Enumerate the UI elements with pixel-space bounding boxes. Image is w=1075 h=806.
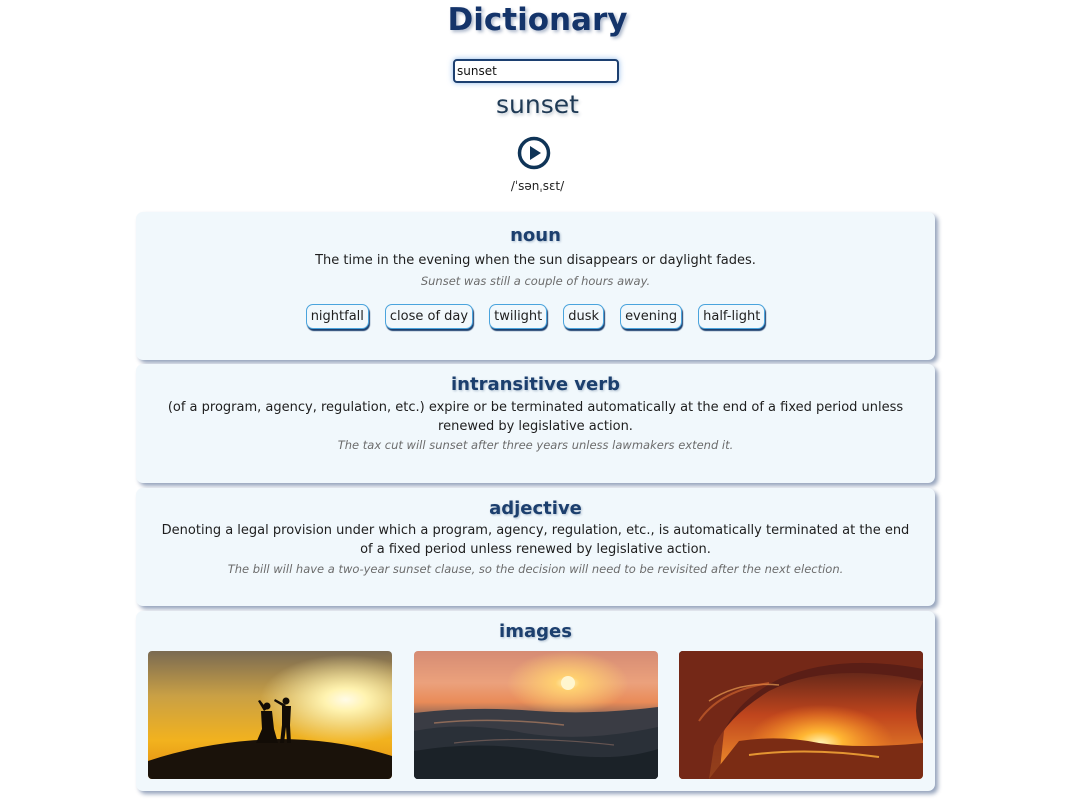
synonym-list: nightfall close of day twilight dusk eve… xyxy=(136,304,935,329)
synonym-button[interactable]: evening xyxy=(620,304,683,329)
example: Sunset was still a couple of hours away. xyxy=(420,274,651,288)
synonym-button[interactable]: dusk xyxy=(563,304,605,329)
play-audio-button[interactable] xyxy=(517,136,551,170)
meaning-card-verb: intransitive verb (of a program, agency,… xyxy=(136,364,935,483)
images-heading: images xyxy=(499,621,572,642)
phonetic-transcription: /ˈsənˌsɛt/ xyxy=(510,179,565,193)
images-card: images xyxy=(136,611,935,791)
synonym-button[interactable]: half-light xyxy=(698,304,766,329)
meaning-card-adjective: adjective Denoting a legal provision und… xyxy=(136,488,935,606)
synonym-button[interactable]: twilight xyxy=(489,304,548,329)
meaning-card-noun: noun The time in the evening when the su… xyxy=(136,212,935,360)
part-of-speech: intransitive verb xyxy=(451,374,620,395)
synonym-button[interactable]: nightfall xyxy=(305,304,369,329)
search-input[interactable] xyxy=(453,59,619,83)
definition: (of a program, agency, regulation, etc.)… xyxy=(167,400,904,434)
part-of-speech: adjective xyxy=(489,498,582,519)
image-couple-silhouette-sunset[interactable] xyxy=(148,651,392,779)
definition: Denoting a legal provision under which a… xyxy=(161,523,910,557)
image-ocean-waves-sunset[interactable] xyxy=(413,651,658,779)
definition: The time in the evening when the sun dis… xyxy=(315,253,756,268)
image-wave-curl-sunset[interactable] xyxy=(679,651,923,779)
image-gallery xyxy=(148,651,923,779)
dictionary-page: Dictionary sunset /ˈsənˌsɛt/ noun The ti… xyxy=(0,0,1075,806)
example: The tax cut will sunset after three year… xyxy=(337,438,734,452)
synonym-button[interactable]: close of day xyxy=(384,304,474,329)
example: The bill will have a two-year sunset cla… xyxy=(227,562,844,576)
word-heading: sunset xyxy=(496,90,579,119)
play-circle-icon xyxy=(517,136,551,170)
part-of-speech: noun xyxy=(510,225,561,246)
app-title: Dictionary xyxy=(447,2,628,38)
